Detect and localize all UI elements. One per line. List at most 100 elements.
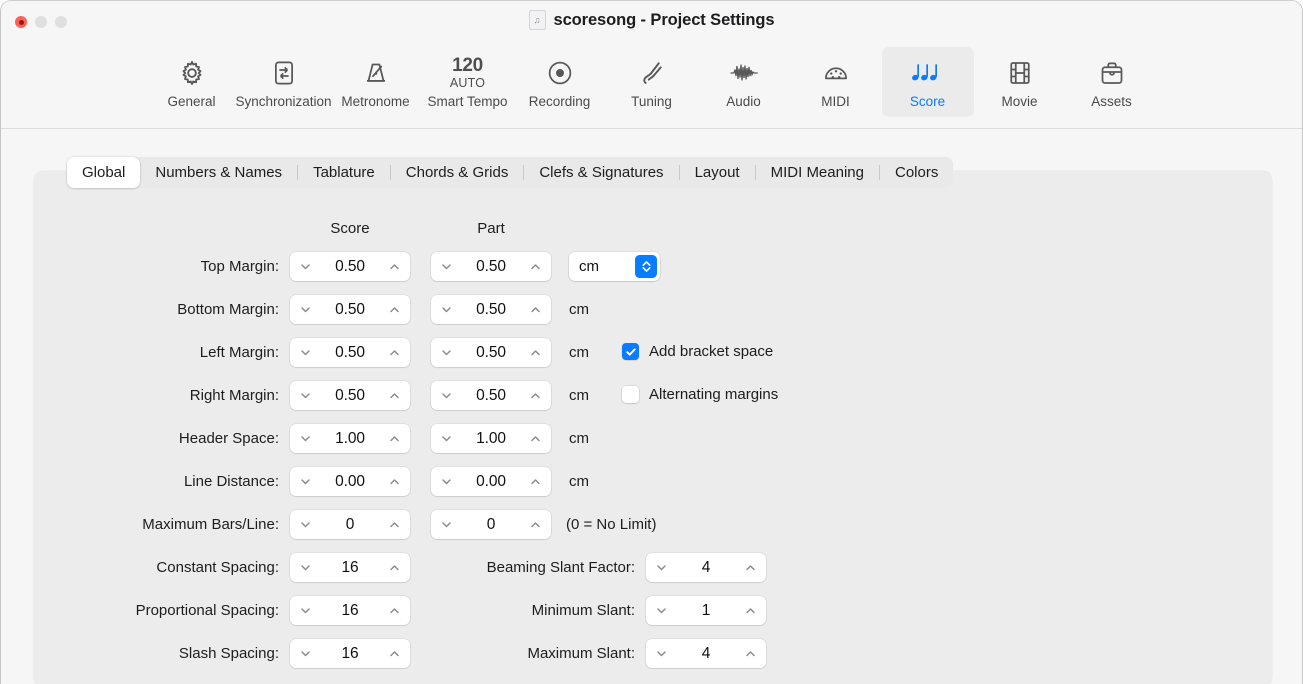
chevron-down-icon[interactable] (440, 518, 453, 531)
toolbar-item-audio[interactable]: Audio (698, 47, 790, 117)
toolbar-item-metronome[interactable]: Metronome (330, 47, 422, 117)
tab-numbers-names[interactable]: Numbers & Names (140, 157, 297, 188)
chevron-up-icon[interactable] (529, 346, 542, 359)
stepper-maximum-bars-line-part[interactable]: 0 (431, 510, 551, 539)
stepper-beaming-slant-factor[interactable]: 4 (646, 553, 766, 582)
toolbar-item-recording[interactable]: Recording (514, 47, 606, 117)
stepper-right-margin-part[interactable]: 0.50 (431, 381, 551, 410)
chevron-down-icon[interactable] (440, 475, 453, 488)
checkbox-box[interactable] (622, 386, 639, 403)
chevron-down-icon[interactable] (440, 260, 453, 273)
tab-tablature[interactable]: Tablature (298, 157, 390, 188)
chevron-down-icon[interactable] (299, 518, 312, 531)
tab-chords-grids[interactable]: Chords & Grids (391, 157, 524, 188)
chevron-down-icon[interactable] (299, 303, 312, 316)
stepper-value: 0.50 (453, 387, 529, 405)
chevron-up-icon[interactable] (744, 647, 757, 660)
chevron-down-icon[interactable] (440, 303, 453, 316)
chevron-up-icon[interactable] (388, 604, 401, 617)
checkbox-add-bracket-space[interactable]: Add bracket space (622, 343, 773, 360)
chevron-up-down-icon[interactable] (635, 255, 657, 278)
stepper-maximum-slant[interactable]: 4 (646, 639, 766, 668)
chevron-up-icon[interactable] (529, 303, 542, 316)
stepper-value: 0.50 (312, 258, 388, 276)
chevron-up-icon[interactable] (529, 260, 542, 273)
chevron-up-icon[interactable] (388, 389, 401, 402)
chevron-down-icon[interactable] (299, 561, 312, 574)
toolbar-label: MIDI (821, 94, 850, 109)
stepper-line-distance-part[interactable]: 0.00 (431, 467, 551, 496)
stepper-value: 16 (312, 645, 388, 663)
chevron-down-icon[interactable] (299, 346, 312, 359)
chevron-up-icon[interactable] (388, 647, 401, 660)
notes-icon (911, 55, 945, 91)
chevron-up-icon[interactable] (388, 346, 401, 359)
chevron-up-icon[interactable] (744, 561, 757, 574)
toolbar-item-assets[interactable]: Assets (1066, 47, 1158, 117)
tab-global[interactable]: Global (67, 157, 140, 188)
toolbar-item-midi[interactable]: MIDI (790, 47, 882, 117)
chevron-down-icon[interactable] (440, 432, 453, 445)
tab-clefs-signatures[interactable]: Clefs & Signatures (524, 157, 678, 188)
chevron-up-icon[interactable] (529, 475, 542, 488)
chevron-up-icon[interactable] (388, 303, 401, 316)
chevron-down-icon[interactable] (299, 389, 312, 402)
unit-label-line-distance: cm (569, 473, 589, 490)
chevron-down-icon[interactable] (440, 389, 453, 402)
chevron-up-icon[interactable] (388, 475, 401, 488)
chevron-up-icon[interactable] (529, 518, 542, 531)
toolbar-item-synchronization[interactable]: Synchronization (238, 47, 330, 117)
chevron-down-icon[interactable] (299, 260, 312, 273)
stepper-top-margin-part[interactable]: 0.50 (431, 252, 551, 281)
chevron-up-icon[interactable] (529, 389, 542, 402)
chevron-up-icon[interactable] (388, 561, 401, 574)
chevron-down-icon[interactable] (655, 647, 668, 660)
toolbar-label: Tuning (631, 94, 672, 109)
stepper-bottom-margin-part[interactable]: 0.50 (431, 295, 551, 324)
stepper-left-margin-score[interactable]: 0.50 (290, 338, 410, 367)
unit-popup-button[interactable]: cm (569, 252, 660, 281)
stepper-slash-spacing[interactable]: 16 (290, 639, 410, 668)
toolbar-item-tuning[interactable]: Tuning (606, 47, 698, 117)
chevron-down-icon[interactable] (299, 475, 312, 488)
checkbox-label: Alternating margins (649, 386, 778, 403)
waveform-icon (728, 55, 760, 91)
toolbar-item-score[interactable]: Score (882, 47, 974, 117)
stepper-proportional-spacing[interactable]: 16 (290, 596, 410, 625)
chevron-down-icon[interactable] (655, 604, 668, 617)
label-header-space: Header Space: (61, 430, 279, 447)
chevron-up-icon[interactable] (388, 432, 401, 445)
toolbar-item-smart-tempo[interactable]: 120 AUTO Smart Tempo (422, 47, 514, 117)
chevron-up-icon[interactable] (388, 518, 401, 531)
chevron-up-icon[interactable] (744, 604, 757, 617)
chevron-down-icon[interactable] (299, 604, 312, 617)
toolbar-item-general[interactable]: General (146, 47, 238, 117)
tab-label: Layout (695, 164, 740, 181)
chevron-up-icon[interactable] (529, 432, 542, 445)
tab-colors[interactable]: Colors (880, 157, 953, 188)
stepper-value: 4 (668, 645, 744, 663)
stepper-top-margin-score[interactable]: 0.50 (290, 252, 410, 281)
chevron-down-icon[interactable] (299, 432, 312, 445)
chevron-down-icon[interactable] (299, 647, 312, 660)
stepper-line-distance-score[interactable]: 0.00 (290, 467, 410, 496)
stepper-bottom-margin-score[interactable]: 0.50 (290, 295, 410, 324)
toolbar-label: Assets (1091, 94, 1132, 109)
toolbar-item-movie[interactable]: Movie (974, 47, 1066, 117)
stepper-left-margin-part[interactable]: 0.50 (431, 338, 551, 367)
tab-layout[interactable]: Layout (680, 157, 755, 188)
chevron-up-icon[interactable] (388, 260, 401, 273)
stepper-constant-spacing[interactable]: 16 (290, 553, 410, 582)
stepper-right-margin-score[interactable]: 0.50 (290, 381, 410, 410)
chevron-down-icon[interactable] (655, 561, 668, 574)
stepper-value: 4 (668, 559, 744, 577)
checkbox-box[interactable] (622, 343, 639, 360)
chevron-down-icon[interactable] (440, 346, 453, 359)
tab-midi-meaning[interactable]: MIDI Meaning (756, 157, 879, 188)
stepper-maximum-bars-line-score[interactable]: 0 (290, 510, 410, 539)
checkbox-alternating-margins[interactable]: Alternating margins (622, 386, 778, 403)
stepper-header-space-score[interactable]: 1.00 (290, 424, 410, 453)
stepper-header-space-part[interactable]: 1.00 (431, 424, 551, 453)
toolbar-label: General (167, 94, 215, 109)
stepper-minimum-slant[interactable]: 1 (646, 596, 766, 625)
